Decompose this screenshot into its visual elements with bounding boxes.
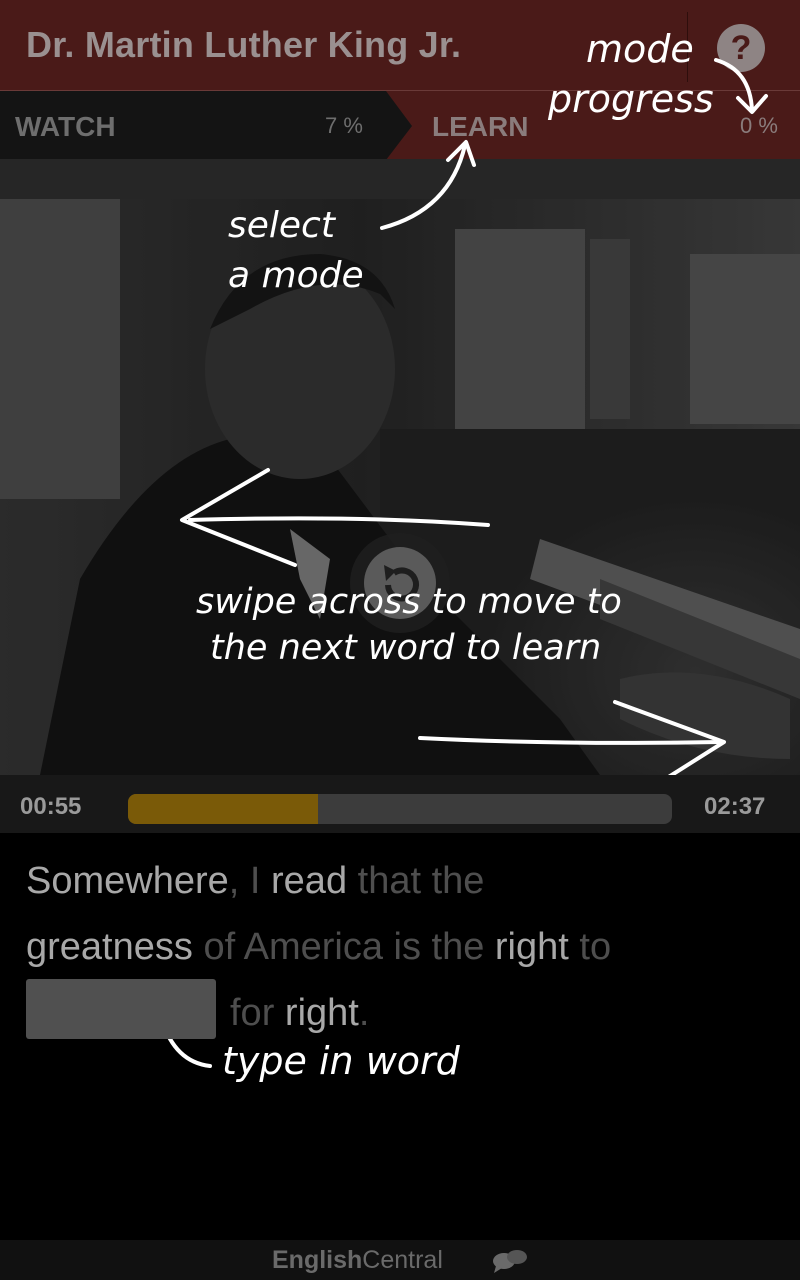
- annotation-progress: progress: [548, 77, 714, 121]
- total-time: 02:37: [704, 793, 766, 820]
- tab-watch-label: WATCH: [15, 111, 116, 142]
- chat-bubbles-icon: [493, 1250, 527, 1273]
- words-of-america: of America is the: [192, 926, 495, 968]
- sentence-line-1: Somewhere, I read that the: [26, 848, 786, 914]
- video-title: Dr. Martin Luther King Jr.: [26, 24, 462, 65]
- word-input[interactable]: [26, 978, 216, 1039]
- punct-period: .: [358, 992, 370, 1034]
- tab-learn-progress: 0 %: [740, 113, 778, 138]
- help-icon[interactable]: ?: [717, 24, 765, 72]
- current-time: 00:55: [20, 793, 82, 820]
- annotation-select: select: [228, 205, 335, 246]
- word-right-2[interactable]: right: [285, 992, 359, 1034]
- annotation-next-word: the next word to learn: [210, 628, 602, 668]
- punct-comma: ,: [228, 860, 240, 902]
- video-frame[interactable]: [0, 159, 800, 775]
- speaker-photo: [0, 159, 800, 775]
- annotation-a-mode: a mode: [228, 255, 364, 296]
- sentence-line-3: for right.: [26, 978, 786, 1046]
- annotation-mode: mode: [586, 27, 694, 71]
- footer: EnglishCentral: [0, 1240, 800, 1280]
- word-i: I: [239, 860, 272, 902]
- progress-fill: [128, 794, 319, 824]
- word-right[interactable]: right: [495, 926, 569, 968]
- learn-sentence: Somewhere, I read that the greatness of …: [26, 848, 786, 1046]
- word-for: for: [230, 992, 275, 1034]
- word-greatness[interactable]: greatness: [26, 926, 193, 968]
- word-somewhere[interactable]: Somewhere: [26, 860, 229, 902]
- brand-logo: EnglishCentral: [272, 1246, 443, 1274]
- tab-watch-progress: 7 %: [325, 113, 363, 138]
- tab-watch[interactable]: WATCH 7 %: [0, 91, 386, 160]
- tab-learn-label: LEARN: [432, 111, 529, 142]
- word-read[interactable]: read: [271, 860, 347, 902]
- progress-track[interactable]: [128, 794, 672, 824]
- words-that-the: that the: [347, 860, 485, 902]
- tab-arrow-divider: [386, 91, 412, 160]
- sentence-line-2: greatness of America is the right to: [26, 914, 786, 980]
- annotation-type-word: type in word: [222, 1039, 460, 1083]
- playback-bar: 00:55 02:37: [0, 775, 800, 833]
- word-to: to: [568, 926, 612, 968]
- annotation-swipe: swipe across to move to: [196, 582, 622, 622]
